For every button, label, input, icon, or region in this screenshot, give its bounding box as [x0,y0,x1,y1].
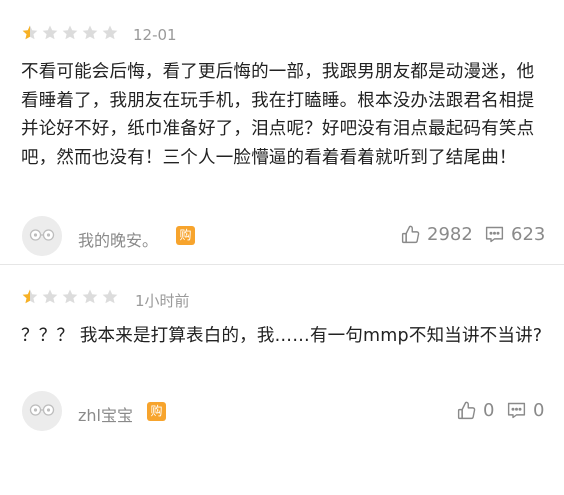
purchased-badge: 购 [147,402,166,421]
comment-count: 623 [511,224,546,245]
star-empty-icon [101,24,119,42]
comment-button[interactable]: 0 [506,400,544,421]
review-date: 12-01 [133,26,177,44]
purchased-badge: 购 [176,226,195,245]
rating-stars [21,288,119,306]
thumbs-up-icon [456,400,477,421]
star-empty-icon [41,24,59,42]
username[interactable]: 我的晚安。 [78,227,158,251]
like-button[interactable]: 2982 [400,224,473,245]
star-half-icon [21,288,39,306]
star-empty-icon [61,24,79,42]
star-empty-icon [81,288,99,306]
star-empty-icon [81,24,99,42]
review-content: 不看可能会后悔，看了更后悔的一部，我跟男朋友都是动漫迷，他看睡着了，我朋友在玩手… [21,62,535,168]
avatar[interactable] [22,391,62,431]
comment-button[interactable]: 623 [484,224,545,245]
username[interactable]: zhl宝宝 [78,402,133,426]
comment-icon [506,400,527,421]
star-empty-icon [41,288,59,306]
review-date: 1小时前 [135,292,190,310]
thumbs-up-icon [400,224,421,245]
review-item: 1小时前 ？？？ 我本来是打算表白的，我……有一句mmp不知当讲不当讲? zhl… [0,265,564,495]
like-count: 2982 [427,224,473,245]
star-empty-icon [61,288,79,306]
comment-icon [484,224,505,245]
avatar[interactable] [22,216,62,256]
review-content: ？？？ 我本来是打算表白的，我……有一句mmp不知当讲不当讲? [21,326,543,346]
comment-count: 0 [533,400,545,421]
star-empty-icon [101,288,119,306]
like-count: 0 [483,400,495,421]
review-item: 12-01 不看可能会后悔，看了更后悔的一部，我跟男朋友都是动漫迷，他看睡着了，… [0,0,564,265]
rating-stars [21,24,119,42]
star-half-icon [21,24,39,42]
like-button[interactable]: 0 [456,400,494,421]
